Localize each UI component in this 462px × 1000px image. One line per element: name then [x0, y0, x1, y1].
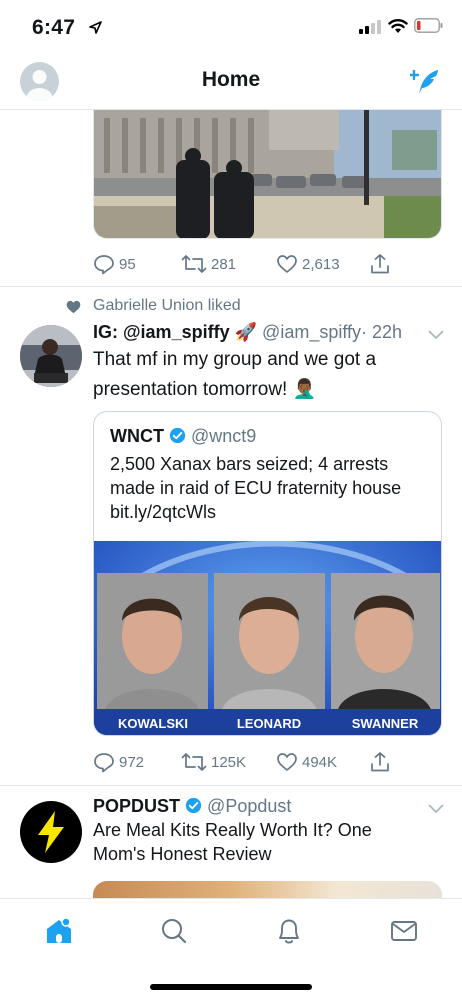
- retweet-count: 281: [211, 255, 237, 273]
- reply-count: 95: [119, 255, 136, 273]
- messages-envelope-icon: [391, 921, 417, 941]
- retweet-button[interactable]: 125K: [181, 750, 246, 774]
- notifications-bell-icon: [279, 919, 299, 944]
- rocket-emoji: 🚀: [234, 322, 258, 342]
- home-icon: [47, 917, 71, 943]
- retweet-icon: [181, 255, 207, 273]
- verified-badge-icon: [185, 797, 202, 814]
- chevron-down-icon[interactable]: [428, 330, 444, 340]
- verified-badge-icon: [169, 427, 186, 444]
- like-button[interactable]: 2,613: [276, 252, 340, 276]
- reply-count: 972: [119, 753, 145, 771]
- share-button[interactable]: [369, 252, 395, 276]
- quoted-tweet-card[interactable]: WNCT @wnct9 2,500 Xanax bars seized; 4 a…: [93, 411, 442, 736]
- retweet-icon: [181, 753, 207, 771]
- retweet-count: 125K: [211, 753, 247, 771]
- like-button[interactable]: 494K: [276, 750, 337, 774]
- quoted-author-handle: @wnct9: [191, 426, 257, 446]
- quoted-author-name: WNCT: [110, 426, 164, 446]
- page-title: Home: [201, 68, 261, 91]
- tab-messages[interactable]: [386, 913, 422, 949]
- reply-button[interactable]: 95: [93, 252, 136, 276]
- tweet-divider: [0, 785, 462, 786]
- author-name[interactable]: POPDUST: [93, 796, 180, 816]
- author-handle[interactable]: @Popdust: [207, 796, 291, 816]
- wifi-icon: [388, 19, 408, 33]
- heart-icon: [277, 255, 297, 273]
- liked-heart-icon: [66, 300, 81, 314]
- tweet-text: That mf in my group and we got a present…: [93, 349, 377, 400]
- caption-kowalski: KOWALSKI: [118, 716, 188, 731]
- location-arrow-icon: [89, 21, 102, 34]
- avatar-photo: [20, 325, 82, 387]
- tweet-divider: [0, 286, 462, 287]
- reply-button[interactable]: 972: [93, 750, 144, 774]
- compose-tweet-icon[interactable]: [410, 68, 442, 96]
- author-name[interactable]: IG: @iam_spiffy: [93, 322, 230, 342]
- tweet-time: · 22h: [361, 322, 403, 342]
- tweet-image-capitol[interactable]: [93, 110, 442, 239]
- share-icon: [371, 254, 389, 274]
- status-bar: 6:47: [0, 0, 462, 54]
- quoted-tweet-text: 2,500 Xanax bars seized; 4 arrests made …: [110, 454, 402, 522]
- cellular-signal-icon: [359, 20, 381, 34]
- mugshots-photo: KOWALSKI LEONARD SWANNER: [94, 541, 441, 735]
- reply-icon: [94, 255, 114, 275]
- social-context: Gabrielle Union liked: [93, 297, 241, 314]
- status-time: 6:47: [32, 16, 76, 39]
- tweet-text: Are Meal Kits Really Worth It? One Mom's…: [93, 820, 372, 864]
- chevron-down-icon[interactable]: [428, 804, 444, 814]
- author-avatar[interactable]: [20, 325, 82, 387]
- battery-icon: [414, 18, 443, 33]
- home-indicator: [150, 984, 312, 990]
- like-count: 494K: [302, 753, 338, 771]
- like-count: 2,613: [302, 255, 340, 273]
- share-button[interactable]: [369, 750, 395, 774]
- top-navigation-bar: Home: [0, 54, 462, 110]
- tweet2-header: IG: @iam_spiffy 🚀 @iam_spiffy· 22h: [93, 322, 402, 343]
- tweet3-header: POPDUST @Popdust: [93, 796, 291, 817]
- tab-notifications[interactable]: [271, 913, 307, 949]
- tab-search[interactable]: [156, 913, 192, 949]
- quoted-tweet-header: WNCT @wnct9: [110, 426, 256, 447]
- quoted-tweet-image[interactable]: KOWALSKI LEONARD SWANNER: [94, 541, 441, 735]
- caption-swanner: SWANNER: [352, 716, 419, 731]
- retweet-button[interactable]: 281: [181, 252, 236, 276]
- capitol-photo: [94, 110, 441, 238]
- tweet1-action-bar: 95 281 2,613: [93, 252, 442, 276]
- lightning-bolt-icon: [38, 811, 64, 853]
- share-icon: [371, 752, 389, 772]
- heart-icon: [277, 753, 297, 771]
- tweet2-action-bar: 972 125K 494K: [93, 750, 442, 774]
- author-handle[interactable]: @iam_spiffy: [262, 322, 361, 342]
- popdust-avatar[interactable]: [20, 801, 82, 863]
- reply-icon: [94, 753, 114, 773]
- search-icon: [162, 919, 187, 944]
- caption-leonard: LEONARD: [237, 716, 301, 731]
- tab-home[interactable]: [41, 913, 77, 949]
